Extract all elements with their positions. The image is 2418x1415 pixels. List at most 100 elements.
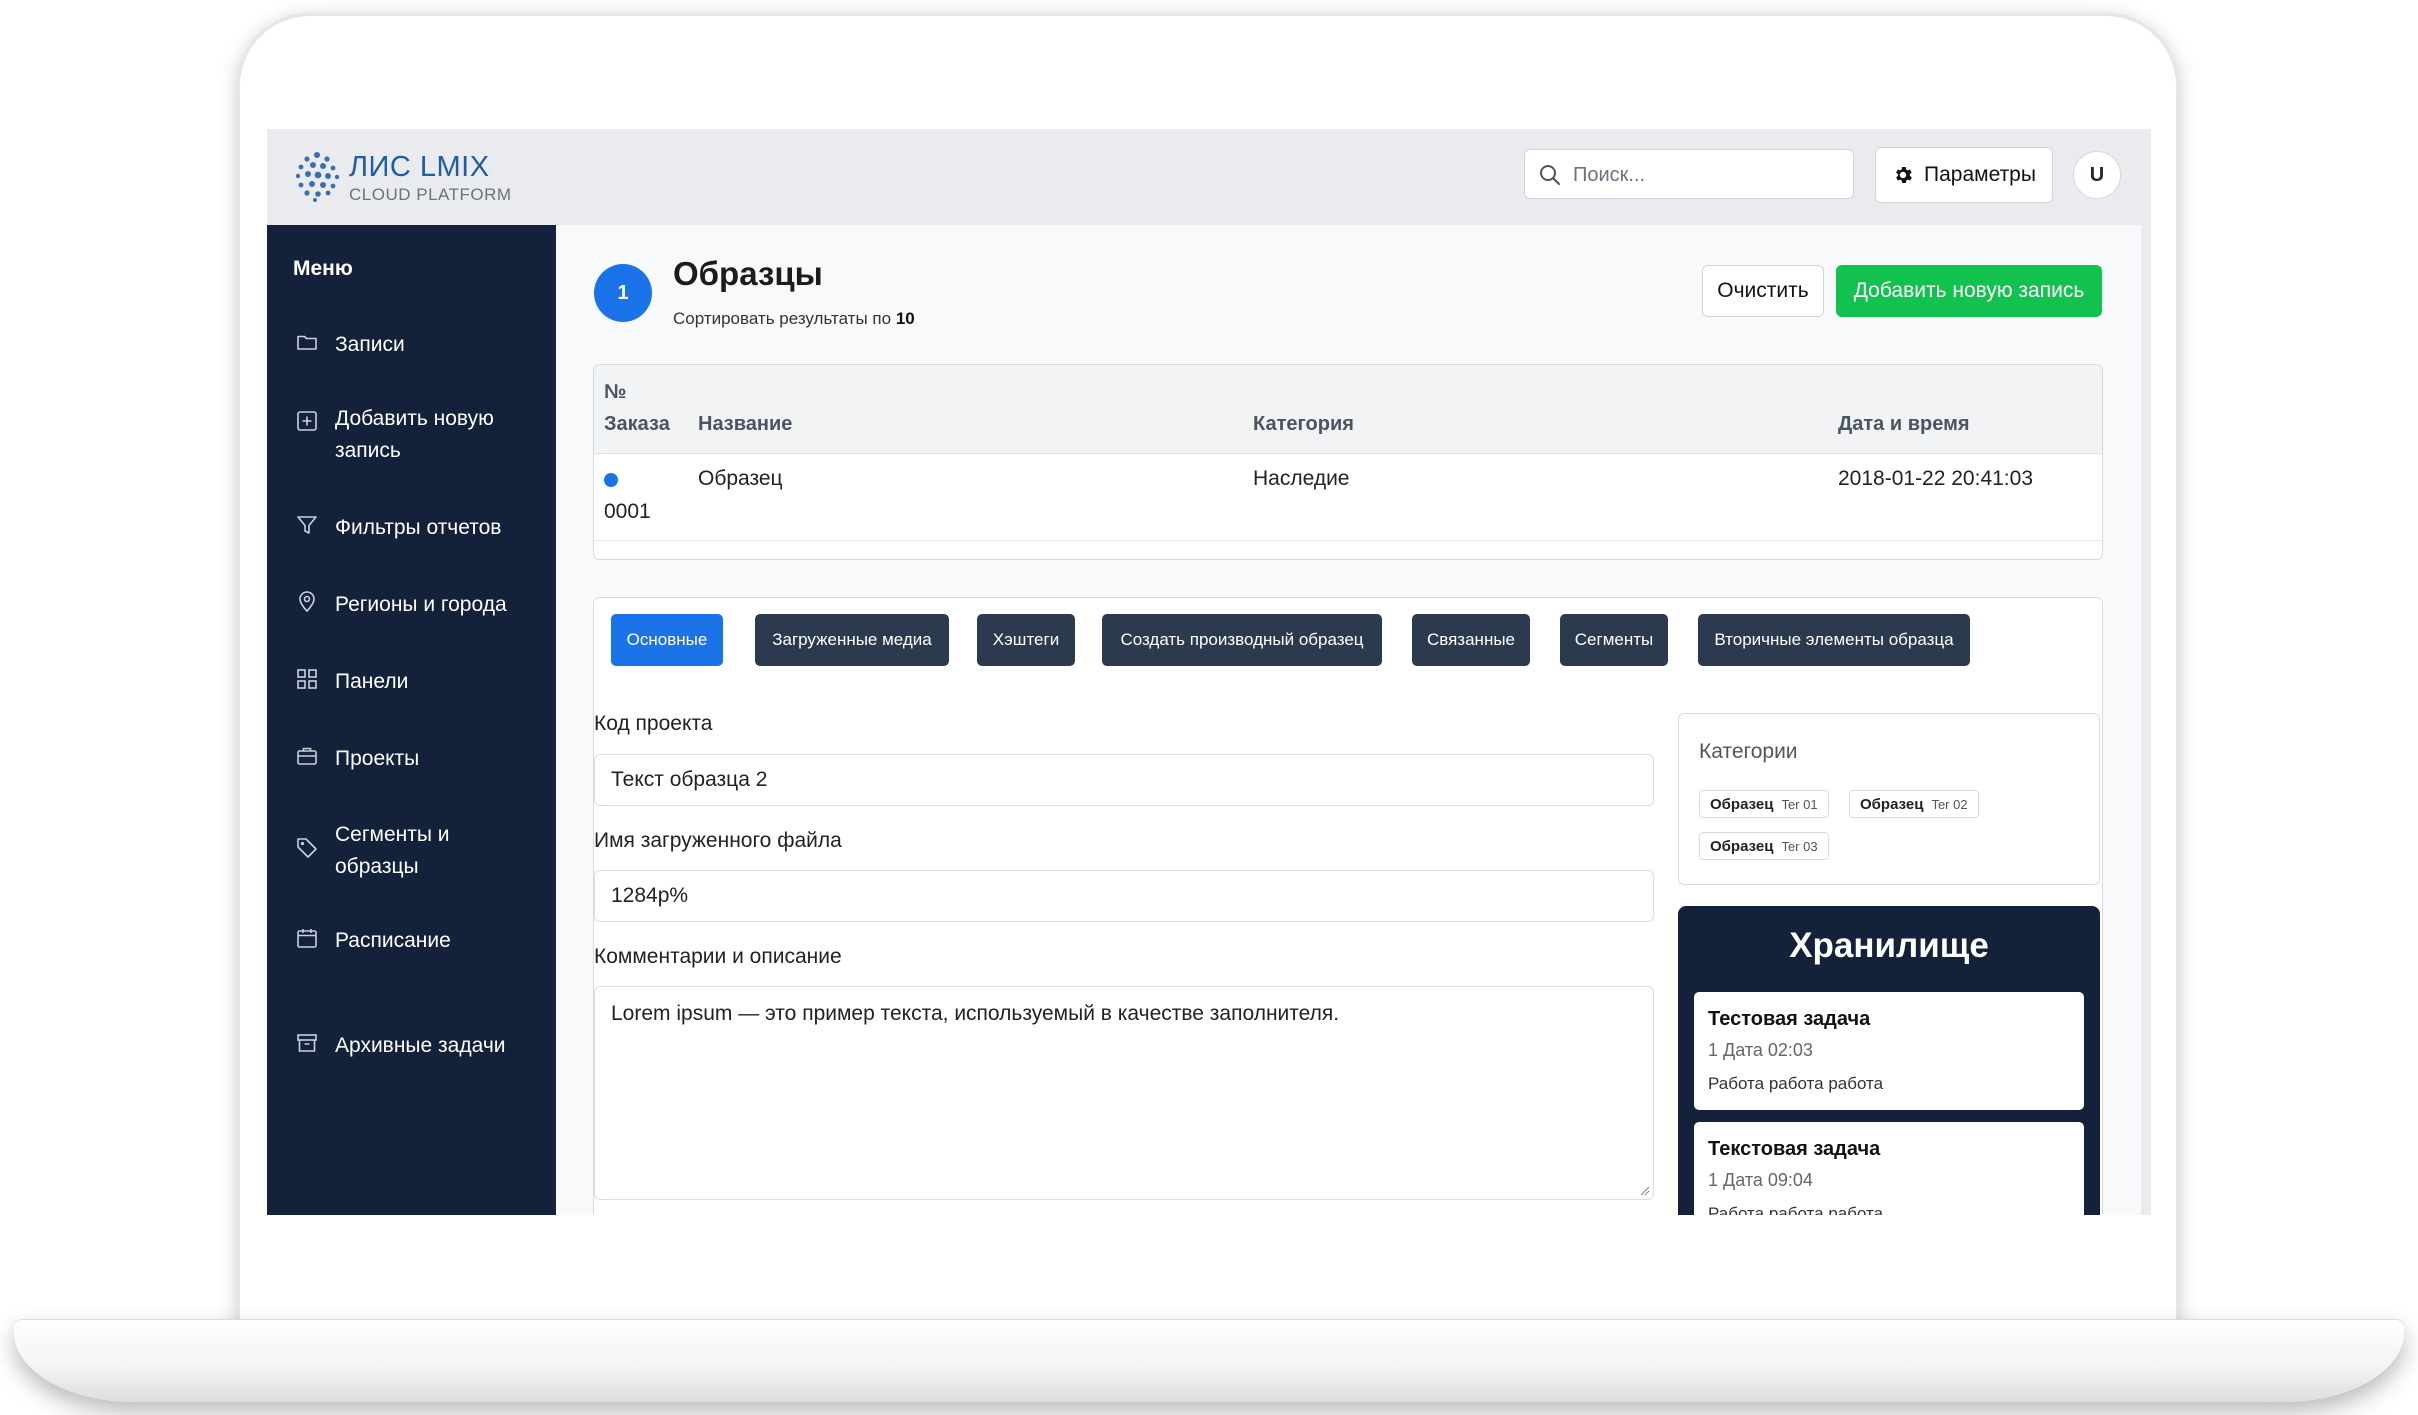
cell-name: Образец bbox=[698, 467, 783, 490]
tab-secondary-elements[interactable]: Вторичные элементы образца bbox=[1698, 614, 1970, 666]
page-title: Образцы bbox=[673, 255, 823, 292]
sidebar-item-label: Архивные задачи bbox=[335, 1034, 506, 1057]
status-dot bbox=[604, 473, 618, 487]
sidebar-item-projects[interactable]: Проекты bbox=[295, 743, 535, 775]
column-header-order-no: № bbox=[604, 381, 627, 403]
sidebar-item-label: Сегменты и образцы bbox=[335, 823, 450, 878]
record-detail-card: Основные Загруженные медиа Хэштеги Созда… bbox=[593, 597, 2103, 1215]
column-header-name[interactable]: Название bbox=[698, 413, 792, 436]
column-header-order: Заказа bbox=[604, 413, 670, 435]
records-table: № Заказа Название Категория Дата и время… bbox=[593, 364, 2103, 560]
tag-code: Ter 01 bbox=[1781, 796, 1818, 812]
gear-icon bbox=[1896, 167, 1912, 183]
top-bar: ЛИС LMIX CLOUD PLATFORM Параметры U bbox=[267, 129, 2151, 225]
plus-square-icon bbox=[297, 411, 317, 431]
sidebar-item-label: Записи bbox=[335, 333, 405, 356]
comments-label: Комментарии и описание bbox=[594, 945, 842, 968]
tab-segments[interactable]: Сегменты bbox=[1560, 614, 1668, 666]
sidebar-item-records[interactable]: Записи bbox=[295, 329, 535, 361]
parameters-label: Параметры bbox=[1924, 163, 2036, 186]
task-description: Работа работа работа bbox=[1708, 1074, 1884, 1093]
user-avatar[interactable]: U bbox=[2073, 151, 2121, 199]
task-description: Работа работа работа bbox=[1708, 1204, 1884, 1215]
sidebar-item-add-record[interactable]: Добавить новую запись bbox=[295, 403, 535, 467]
tag-code: Ter 03 bbox=[1781, 838, 1818, 854]
cell-datetime: 2018-01-22 20:41:03 bbox=[1838, 467, 2033, 490]
sort-value[interactable]: 10 bbox=[896, 309, 915, 328]
app-screen: ЛИС LMIX CLOUD PLATFORM Параметры U Меню… bbox=[267, 129, 2151, 1215]
tab-hashtags[interactable]: Хэштеги bbox=[977, 614, 1075, 666]
task-date: 1 Дата 02:03 bbox=[1708, 1040, 1813, 1060]
tab-uploaded-media[interactable]: Загруженные медиа bbox=[755, 614, 949, 666]
search-input[interactable] bbox=[1571, 158, 1845, 192]
search-icon bbox=[1540, 165, 1561, 186]
sidebar-title: Меню bbox=[293, 257, 353, 280]
category-tag[interactable]: Образец Ter 03 bbox=[1699, 832, 1829, 860]
category-tag[interactable]: Образец Ter 02 bbox=[1849, 790, 1979, 818]
column-header-datetime[interactable]: Дата и время bbox=[1838, 413, 1970, 436]
archive-icon bbox=[297, 1034, 317, 1052]
sidebar-item-label: Проекты bbox=[335, 747, 420, 770]
storage-panel: Хранилище Тестовая задача 1 Дата 02:03 Р… bbox=[1678, 906, 2100, 1215]
logo-title: ЛИС LMIX bbox=[349, 151, 490, 183]
search-box[interactable] bbox=[1524, 149, 1854, 199]
tag-name: Образец bbox=[1710, 837, 1774, 855]
task-date: 1 Дата 09:04 bbox=[1708, 1170, 1813, 1190]
file-name-field[interactable]: 1284p% bbox=[594, 870, 1654, 922]
sidebar-item-segments[interactable]: Сегменты и образцы bbox=[295, 819, 535, 883]
logo-subtitle: CLOUD PLATFORM bbox=[349, 185, 512, 204]
column-header-category[interactable]: Категория bbox=[1253, 413, 1354, 436]
categories-title: Категории bbox=[1699, 740, 1798, 763]
add-record-button[interactable]: Добавить новую запись bbox=[1836, 265, 2102, 317]
task-title: Текстовая задача bbox=[1708, 1138, 1881, 1160]
grid-icon bbox=[297, 669, 317, 689]
project-code-field[interactable]: Текст образца 2 bbox=[594, 754, 1654, 806]
filter-icon bbox=[297, 516, 317, 534]
sidebar-item-label: Добавить новую запись bbox=[335, 407, 494, 462]
laptop-base bbox=[14, 1320, 2404, 1402]
project-code-label: Код проекта bbox=[594, 712, 713, 735]
resize-handle-icon[interactable] bbox=[1638, 1184, 1650, 1196]
tab-create-derived[interactable]: Создать производный образец bbox=[1102, 614, 1382, 666]
comments-textarea[interactable]: Lorem ipsum — это пример текста, использ… bbox=[594, 986, 1654, 1200]
tab-main[interactable]: Основные bbox=[611, 614, 723, 666]
tag-name: Образец bbox=[1860, 795, 1924, 813]
tag-name: Образец bbox=[1710, 795, 1774, 813]
tag-icon bbox=[297, 838, 317, 858]
sidebar: Меню Записи Добавить новую запись Фильтр… bbox=[267, 225, 556, 1215]
scrollbar-track[interactable] bbox=[2141, 225, 2151, 1215]
sort-info: Сортировать результаты по 10 bbox=[673, 309, 915, 329]
sidebar-item-report-filters[interactable]: Фильтры отчетов bbox=[295, 512, 535, 544]
clear-button[interactable]: Очистить bbox=[1702, 265, 1824, 317]
comments-text: Lorem ipsum — это пример текста, использ… bbox=[611, 1002, 1340, 1025]
calendar-icon bbox=[297, 929, 317, 948]
sidebar-item-regions[interactable]: Регионы и города bbox=[295, 589, 535, 621]
storage-title: Хранилище bbox=[1789, 926, 1989, 965]
sidebar-item-schedule[interactable]: Расписание bbox=[295, 925, 535, 957]
sidebar-item-panels[interactable]: Панели bbox=[295, 666, 535, 698]
tab-related[interactable]: Связанные bbox=[1412, 614, 1530, 666]
sort-text: Сортировать результаты по bbox=[673, 309, 892, 328]
file-name-label: Имя загруженного файла bbox=[594, 829, 842, 852]
cell-category: Наследие bbox=[1253, 467, 1350, 490]
count-badge: 1 bbox=[594, 264, 652, 322]
category-tag[interactable]: Образец Ter 01 bbox=[1699, 790, 1829, 818]
sidebar-item-label: Фильтры отчетов bbox=[335, 516, 502, 539]
briefcase-icon bbox=[297, 747, 317, 765]
logo[interactable]: ЛИС LMIX CLOUD PLATFORM bbox=[293, 145, 513, 209]
sidebar-item-archived-tasks[interactable]: Архивные задачи bbox=[295, 1030, 535, 1062]
parameters-button[interactable]: Параметры bbox=[1875, 147, 2053, 203]
sidebar-item-label: Регионы и города bbox=[335, 593, 507, 616]
tag-code: Ter 02 bbox=[1931, 796, 1968, 812]
table-header: № Заказа Название Категория Дата и время bbox=[594, 365, 2102, 454]
task-card[interactable]: Текстовая задача 1 Дата 09:04 Работа раб… bbox=[1694, 1122, 2084, 1215]
sidebar-item-label: Расписание bbox=[335, 929, 451, 952]
folder-icon bbox=[297, 335, 317, 350]
logo-icon bbox=[295, 152, 340, 202]
categories-panel: Категории Образец Ter 01 Образец Ter 02 … bbox=[1678, 713, 2100, 885]
main-content: 1 Образцы Сортировать результаты по 10 О… bbox=[556, 225, 2151, 1215]
task-card[interactable]: Тестовая задача 1 Дата 02:03 Работа рабо… bbox=[1694, 992, 2084, 1110]
sidebar-item-label: Панели bbox=[335, 670, 409, 693]
table-divider bbox=[594, 540, 2102, 541]
task-title: Тестовая задача bbox=[1708, 1008, 1871, 1030]
